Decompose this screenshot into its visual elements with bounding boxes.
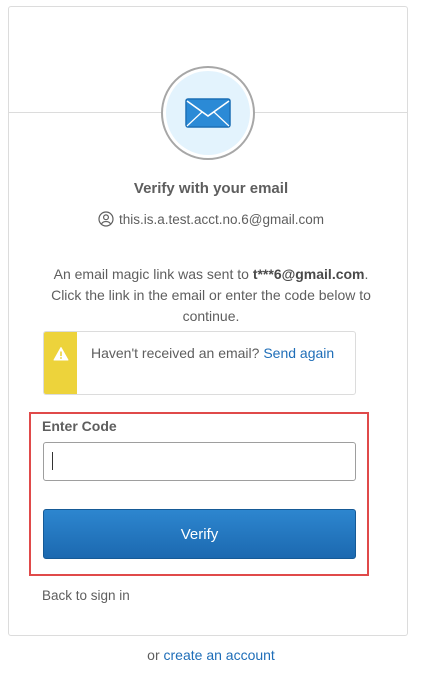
code-input[interactable] bbox=[43, 442, 356, 481]
verify-button[interactable]: Verify bbox=[43, 509, 356, 559]
page-title: Verify with your email bbox=[133, 180, 289, 197]
text-caret bbox=[52, 452, 53, 470]
message-prefix: An email magic link was sent to bbox=[53, 266, 253, 282]
callout-bar bbox=[44, 332, 77, 394]
warning-icon bbox=[53, 347, 68, 361]
envelope-icon bbox=[185, 98, 231, 128]
footer-prefix: or bbox=[147, 647, 164, 663]
resend-callout: Haven't received an email? Send again bbox=[43, 331, 356, 395]
identity-email: this.is.a.test.acct.no.6@gmail.com bbox=[118, 211, 325, 227]
callout-text: Haven't received an email? Send again bbox=[77, 332, 344, 394]
send-again-link[interactable]: Send again bbox=[263, 345, 334, 361]
email-logo bbox=[161, 66, 255, 160]
user-identity: this.is.a.test.acct.no.6@gmail.com bbox=[0, 211, 422, 227]
user-icon bbox=[98, 211, 114, 227]
back-to-sign-in-link[interactable]: Back to sign in bbox=[42, 588, 130, 603]
instructions-text: An email magic link was sent to t***6@gm… bbox=[40, 264, 382, 327]
code-label: Enter Code bbox=[42, 418, 117, 434]
footer: or create an account bbox=[0, 647, 422, 663]
callout-message: Haven't received an email? bbox=[91, 345, 264, 361]
create-account-link[interactable]: create an account bbox=[164, 647, 275, 663]
masked-email: t***6@gmail.com bbox=[252, 266, 365, 282]
